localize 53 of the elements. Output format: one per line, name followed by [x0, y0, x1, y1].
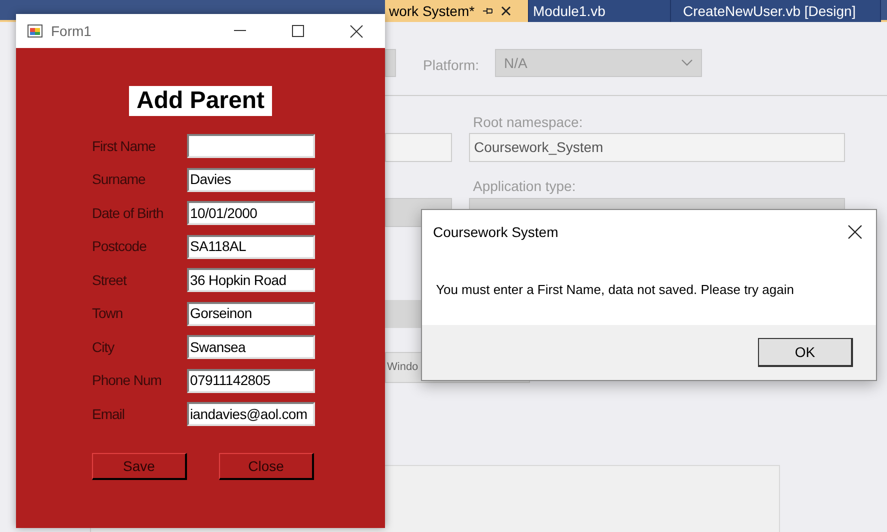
root-namespace-field[interactable]: Coursework_System [469, 133, 845, 162]
maximize-icon [292, 25, 304, 37]
field-value: Swansea [190, 338, 246, 356]
application-type-label: Application type: [473, 177, 576, 196]
field-value: SA118AL [190, 237, 246, 256]
text-field[interactable] [385, 133, 452, 162]
input-field[interactable]: 36 Hopkin Road [187, 268, 315, 292]
form-icon [27, 23, 43, 39]
input-field[interactable] [187, 134, 315, 158]
tab-label: work System* [389, 2, 475, 21]
field-label: City [92, 338, 116, 357]
field-value: Gorseinon [190, 304, 252, 323]
field-label: Surname [92, 170, 146, 189]
root-namespace-value: Coursework_System [474, 138, 604, 157]
tab-label: CreateNewUser.vb [Design] [683, 2, 856, 21]
input-field[interactable]: iandavies@aol.com [187, 402, 315, 426]
field-value: 07911142805 [190, 371, 270, 390]
field-label: Postcode [92, 237, 148, 256]
window-title: Form1 [51, 22, 92, 40]
close-icon [350, 24, 362, 38]
field-value: Davies [190, 170, 231, 189]
input-field[interactable]: 10/01/2000 [187, 201, 315, 225]
input-field[interactable]: Davies [187, 168, 315, 192]
minimize-icon [234, 30, 246, 32]
input-field[interactable]: Swansea [187, 335, 315, 359]
field-label: Date of Birth [92, 204, 164, 222]
field-value: 10/01/2000 [190, 204, 258, 222]
document-tab[interactable]: CreateNewUser.vb [Design] [671, 0, 881, 22]
input-field[interactable]: Gorseinon [187, 302, 315, 326]
close-icon[interactable] [500, 6, 511, 16]
chevron-icon [681, 59, 693, 67]
field-label: Email [92, 404, 126, 424]
form-heading: Add Parent [129, 86, 272, 116]
input-field[interactable]: SA118AL [187, 234, 315, 258]
ok-button[interactable]: OK [758, 338, 853, 367]
dialog-message: You must enter a First Name, data not saved. Please try again [436, 280, 794, 299]
field-label: First Name [92, 136, 156, 156]
document-tab[interactable]: Module1.vb [529, 0, 671, 22]
root-namespace-label: Root namespace: [473, 113, 583, 132]
dialog-title: Coursework System [433, 222, 558, 242]
field-value: 36 Hopkin Road [190, 270, 286, 290]
tab-label: Module1.vb [533, 2, 606, 20]
platform-value: N/A [504, 54, 528, 72]
field-label: Phone Num [92, 371, 162, 390]
field-label: Town [92, 304, 124, 323]
field-label: Street [92, 270, 128, 290]
pin-icon[interactable] [482, 6, 493, 16]
document-tab[interactable]: work System* [385, 0, 529, 22]
platform-label: Platform: [423, 56, 480, 75]
partial-field-value: Windo [387, 360, 418, 376]
close-icon[interactable] [848, 225, 862, 239]
input-field[interactable]: 07911142805 [187, 368, 315, 392]
field-value: iandavies@aol.com [190, 404, 308, 424]
